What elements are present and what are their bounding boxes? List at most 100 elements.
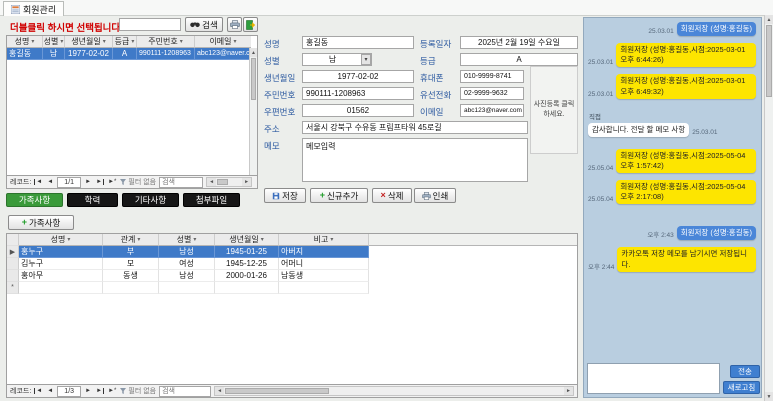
nav-last-icon[interactable]: ► xyxy=(95,388,104,394)
grid-cell[interactable]: 1945-12-25 xyxy=(215,258,279,270)
etc-section-button[interactable]: 기타사항 xyxy=(122,193,179,207)
member-grid-vertical-scrollbar[interactable]: ▲ xyxy=(249,48,257,175)
grid-cell[interactable]: 990111-1208963 xyxy=(137,48,195,60)
nav-new-record-icon[interactable]: ►* xyxy=(107,388,117,394)
column-header[interactable]: 주민번호▾ xyxy=(137,36,195,48)
print-button[interactable]: 인쇄 xyxy=(414,188,456,203)
jumin-field[interactable]: 990111-1208963 xyxy=(302,87,414,100)
nav-next-icon[interactable]: ► xyxy=(84,179,92,185)
chat-input[interactable] xyxy=(587,363,720,394)
grid-cell[interactable]: 홍아무 xyxy=(19,270,103,282)
scrollbar-thumb[interactable] xyxy=(225,388,329,394)
family-row[interactable]: 김누구 모 여성 1945-12-25 어머니 xyxy=(7,258,577,270)
print-tool-button[interactable] xyxy=(227,17,242,32)
grid-cell[interactable]: 남성 xyxy=(159,270,215,282)
scroll-left-icon[interactable]: ◄ xyxy=(207,178,216,186)
save-button[interactable]: 저장 xyxy=(264,188,306,203)
nav-last-icon[interactable]: ► xyxy=(95,179,104,185)
scroll-left-icon[interactable]: ◄ xyxy=(215,387,224,395)
column-header[interactable]: 이메일▾ xyxy=(195,36,251,48)
gender-dropdown-icon[interactable]: ▾ xyxy=(361,54,371,65)
grid-cell[interactable]: 홍누구 xyxy=(19,246,103,258)
column-header[interactable]: 비고▾ xyxy=(279,234,369,246)
scrollbar-track[interactable] xyxy=(224,387,564,395)
grid-cell[interactable]: 어머니 xyxy=(279,258,369,270)
grid-cell[interactable]: A xyxy=(113,48,137,60)
grid-cell[interactable]: 1945-01-25 xyxy=(215,246,279,258)
nav-next-icon[interactable]: ► xyxy=(84,388,92,394)
row-selector[interactable]: ▶ xyxy=(7,246,19,258)
grid-cell[interactable]: 동생 xyxy=(103,270,159,282)
grid-cell[interactable] xyxy=(215,282,279,294)
attachments-section-button[interactable]: 첨부파일 xyxy=(183,193,240,207)
family-new-row[interactable]: * xyxy=(7,282,577,294)
exit-tool-button[interactable] xyxy=(243,17,258,32)
family-row-selected[interactable]: ▶ 홍누구 부 남성 1945-01-25 아버지 xyxy=(7,246,577,258)
mobile-field[interactable]: 010-9999-8741 xyxy=(460,70,524,83)
memo-field[interactable]: 메모입력 xyxy=(302,138,528,182)
name-field[interactable]: 홍길동 xyxy=(302,36,414,49)
grid-cell[interactable]: 모 xyxy=(103,258,159,270)
send-button[interactable]: 전송 xyxy=(730,365,760,378)
regdate-field[interactable]: 2025년 2월 19일 수요일 xyxy=(460,36,578,49)
column-header[interactable]: 생년월일▾ xyxy=(215,234,279,246)
grid-cell[interactable]: 남성 xyxy=(159,246,215,258)
grid-cell[interactable]: 남 xyxy=(43,48,65,60)
grid-cell[interactable] xyxy=(19,282,103,294)
column-header[interactable]: 성별▾ xyxy=(159,234,215,246)
nav-first-icon[interactable]: ◄ xyxy=(34,388,43,394)
scroll-up-icon[interactable]: ▲ xyxy=(765,15,773,24)
column-header[interactable]: 성별▾ xyxy=(43,36,65,48)
search-button[interactable]: 검색 xyxy=(185,17,223,32)
scroll-right-icon[interactable]: ► xyxy=(564,387,573,395)
scrollbar-thumb[interactable] xyxy=(251,58,256,100)
family-section-button[interactable]: 가족사항 xyxy=(6,193,63,207)
tab-member-management[interactable]: 회원관리 xyxy=(3,1,64,16)
grid-cell[interactable] xyxy=(103,282,159,294)
scroll-up-icon[interactable]: ▲ xyxy=(250,48,257,57)
education-section-button[interactable]: 학력 xyxy=(67,193,118,207)
zip-field[interactable]: 01562 xyxy=(302,104,414,117)
nav-new-record-icon[interactable]: ►* xyxy=(107,179,117,185)
column-header[interactable]: 생년월일▾ xyxy=(65,36,113,48)
scrollbar-thumb[interactable] xyxy=(217,179,228,185)
row-selector[interactable] xyxy=(7,258,19,270)
grid-cell[interactable]: 아버지 xyxy=(279,246,369,258)
grid-cell[interactable] xyxy=(159,282,215,294)
filter-status[interactable]: 필터 없음 xyxy=(120,386,156,396)
nav-prev-icon[interactable]: ◄ xyxy=(46,388,54,394)
grid-cell[interactable]: 홍길동 xyxy=(7,48,43,60)
tel-field[interactable]: 02-9999-9632 xyxy=(460,87,524,100)
row-selector[interactable] xyxy=(7,270,19,282)
column-header[interactable]: 성명▾ xyxy=(19,234,103,246)
scrollbar-thumb[interactable] xyxy=(766,25,772,97)
member-row-selected[interactable]: 홍길동 남 1977-02-02 A 990111-1208963 abc123… xyxy=(7,48,257,60)
family-row[interactable]: 홍아무 동생 남성 2000-01-26 남동생 xyxy=(7,270,577,282)
filter-status[interactable]: 필터 없음 xyxy=(120,177,156,187)
nav-first-icon[interactable]: ◄ xyxy=(34,179,43,185)
grid-cell[interactable]: 김누구 xyxy=(19,258,103,270)
delete-button[interactable]: × 삭제 xyxy=(372,188,412,203)
address-field[interactable]: 서울시 강북구 수유동 프림프타워 45로길 xyxy=(302,121,528,134)
record-search-input[interactable] xyxy=(159,177,203,188)
nav-prev-icon[interactable]: ◄ xyxy=(46,179,54,185)
scroll-right-icon[interactable]: ► xyxy=(242,178,251,186)
photo-upload-area[interactable]: 사진등록 클릭하세요. xyxy=(530,66,578,154)
scroll-down-icon[interactable]: ▼ xyxy=(765,392,773,401)
grid-cell[interactable] xyxy=(279,282,369,294)
member-grid-horizontal-scrollbar[interactable]: ◄ ► xyxy=(206,177,252,187)
new-record-marker[interactable]: * xyxy=(7,282,19,294)
family-grid-horizontal-scrollbar[interactable]: ◄ ► xyxy=(214,386,574,396)
birth-field[interactable]: 1977-02-02 xyxy=(302,70,414,83)
grid-cell[interactable]: abc123@naver.com xyxy=(195,48,251,60)
add-family-button[interactable]: + 가족사항 xyxy=(8,215,74,230)
member-search-input[interactable] xyxy=(119,18,181,31)
grade-field[interactable]: A xyxy=(460,53,578,66)
email-field[interactable]: abc123@naver.com xyxy=(460,104,524,117)
grid-cell[interactable]: 1977-02-02 xyxy=(65,48,113,60)
record-search-input[interactable] xyxy=(159,386,211,397)
grid-cell[interactable]: 2000-01-26 xyxy=(215,270,279,282)
column-header[interactable]: 성명▾ xyxy=(7,36,43,48)
grid-cell[interactable]: 부 xyxy=(103,246,159,258)
refresh-button[interactable]: 새로고침 xyxy=(723,381,760,394)
